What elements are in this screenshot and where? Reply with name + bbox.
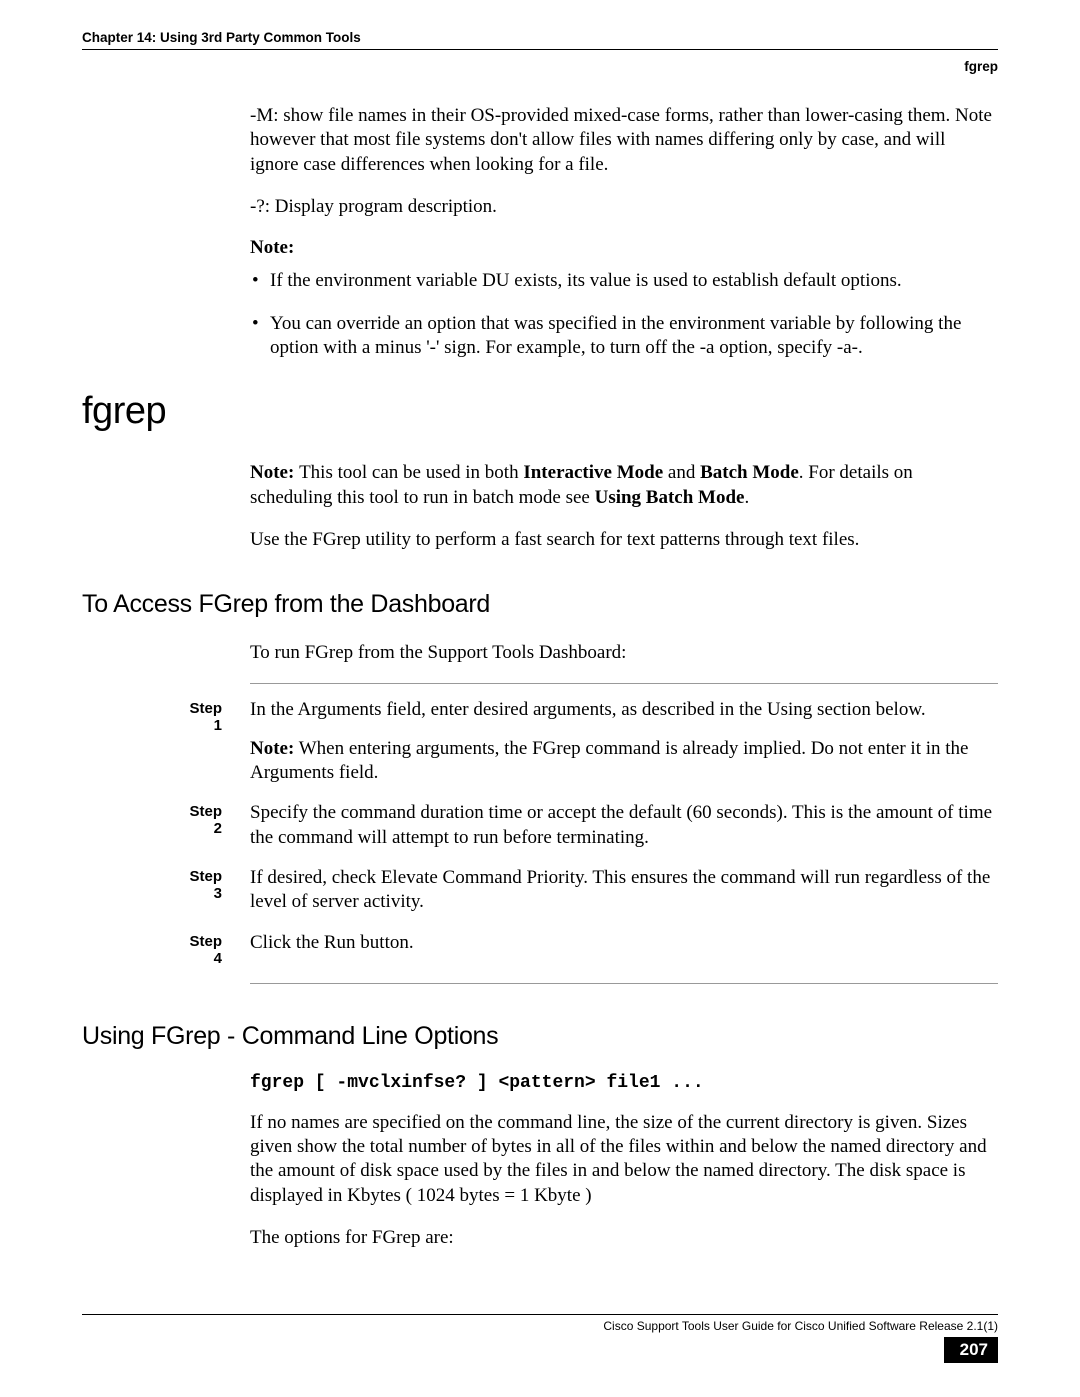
footer-title: Cisco Support Tools User Guide for Cisco… bbox=[82, 1314, 998, 1333]
step-body: In the Arguments field, enter desired ar… bbox=[250, 698, 998, 785]
step-row: Step 3 If desired, check Elevate Command… bbox=[182, 866, 998, 915]
note-body: When entering arguments, the FGrep comma… bbox=[250, 738, 968, 783]
step-row: Step 4 Click the Run button. bbox=[182, 931, 998, 967]
step-text: Specify the command duration time or acc… bbox=[250, 801, 998, 850]
page-footer: Cisco Support Tools User Guide for Cisco… bbox=[82, 1314, 998, 1363]
note-bullets: If the environment variable DU exists, i… bbox=[250, 269, 998, 360]
access-heading: To Access FGrep from the Dashboard bbox=[82, 590, 998, 619]
note-prefix: Note: bbox=[250, 738, 294, 759]
divider bbox=[250, 983, 998, 984]
step-label: Step 2 bbox=[182, 801, 250, 850]
fgrep-mode-note: Note: This tool can be used in both Inte… bbox=[250, 461, 998, 510]
batch-mode-text: Batch Mode bbox=[700, 462, 799, 483]
bullet-item: If the environment variable DU exists, i… bbox=[250, 269, 998, 293]
chapter-label: Chapter 14: Using 3rd Party Common Tools bbox=[82, 30, 361, 45]
step-label: Step 3 bbox=[182, 866, 250, 915]
option-q-description: -?: Display program description. bbox=[250, 195, 998, 219]
cmdline-heading: Using FGrep - Command Line Options bbox=[82, 1022, 998, 1051]
fgrep-usage: Use the FGrep utility to perform a fast … bbox=[250, 528, 998, 552]
note-text: and bbox=[663, 462, 700, 483]
note-text: . bbox=[745, 487, 750, 508]
step-row: Step 2 Specify the command duration time… bbox=[182, 801, 998, 850]
step-label: Step 4 bbox=[182, 931, 250, 967]
divider bbox=[250, 683, 998, 684]
fgrep-command: fgrep [ -mvclxinfse? ] <pattern> file1 .… bbox=[250, 1073, 998, 1093]
access-intro: To run FGrep from the Support Tools Dash… bbox=[250, 641, 998, 665]
interactive-mode-text: Interactive Mode bbox=[523, 462, 663, 483]
step-text: Click the Run button. bbox=[250, 931, 998, 955]
step-text: If desired, check Elevate Command Priori… bbox=[250, 866, 998, 915]
step-body: If desired, check Elevate Command Priori… bbox=[250, 866, 998, 915]
note-label: Note: bbox=[250, 237, 998, 259]
page-number: 207 bbox=[944, 1337, 998, 1363]
step-body: Specify the command duration time or acc… bbox=[250, 801, 998, 850]
step-label: Step 1 bbox=[182, 698, 250, 785]
using-batch-text: Using Batch Mode bbox=[595, 487, 745, 508]
section-label: fgrep bbox=[964, 37, 998, 74]
step-body: Click the Run button. bbox=[250, 931, 998, 967]
steps-container: Step 1 In the Arguments field, enter des… bbox=[182, 683, 998, 983]
note-prefix: Note: bbox=[250, 462, 299, 483]
step-note: Note: When entering arguments, the FGrep… bbox=[250, 737, 998, 786]
option-m-description: -M: show file names in their OS-provided… bbox=[250, 104, 998, 177]
cmdline-para1: If no names are specified on the command… bbox=[250, 1111, 998, 1208]
cmdline-para2: The options for FGrep are: bbox=[250, 1226, 998, 1250]
bullet-item: You can override an option that was spec… bbox=[250, 312, 998, 361]
step-row: Step 1 In the Arguments field, enter des… bbox=[182, 698, 998, 785]
page-header: Chapter 14: Using 3rd Party Common Tools bbox=[82, 30, 998, 50]
step-text: In the Arguments field, enter desired ar… bbox=[250, 698, 998, 722]
fgrep-heading: fgrep bbox=[82, 390, 998, 433]
note-text: This tool can be used in both bbox=[299, 462, 523, 483]
